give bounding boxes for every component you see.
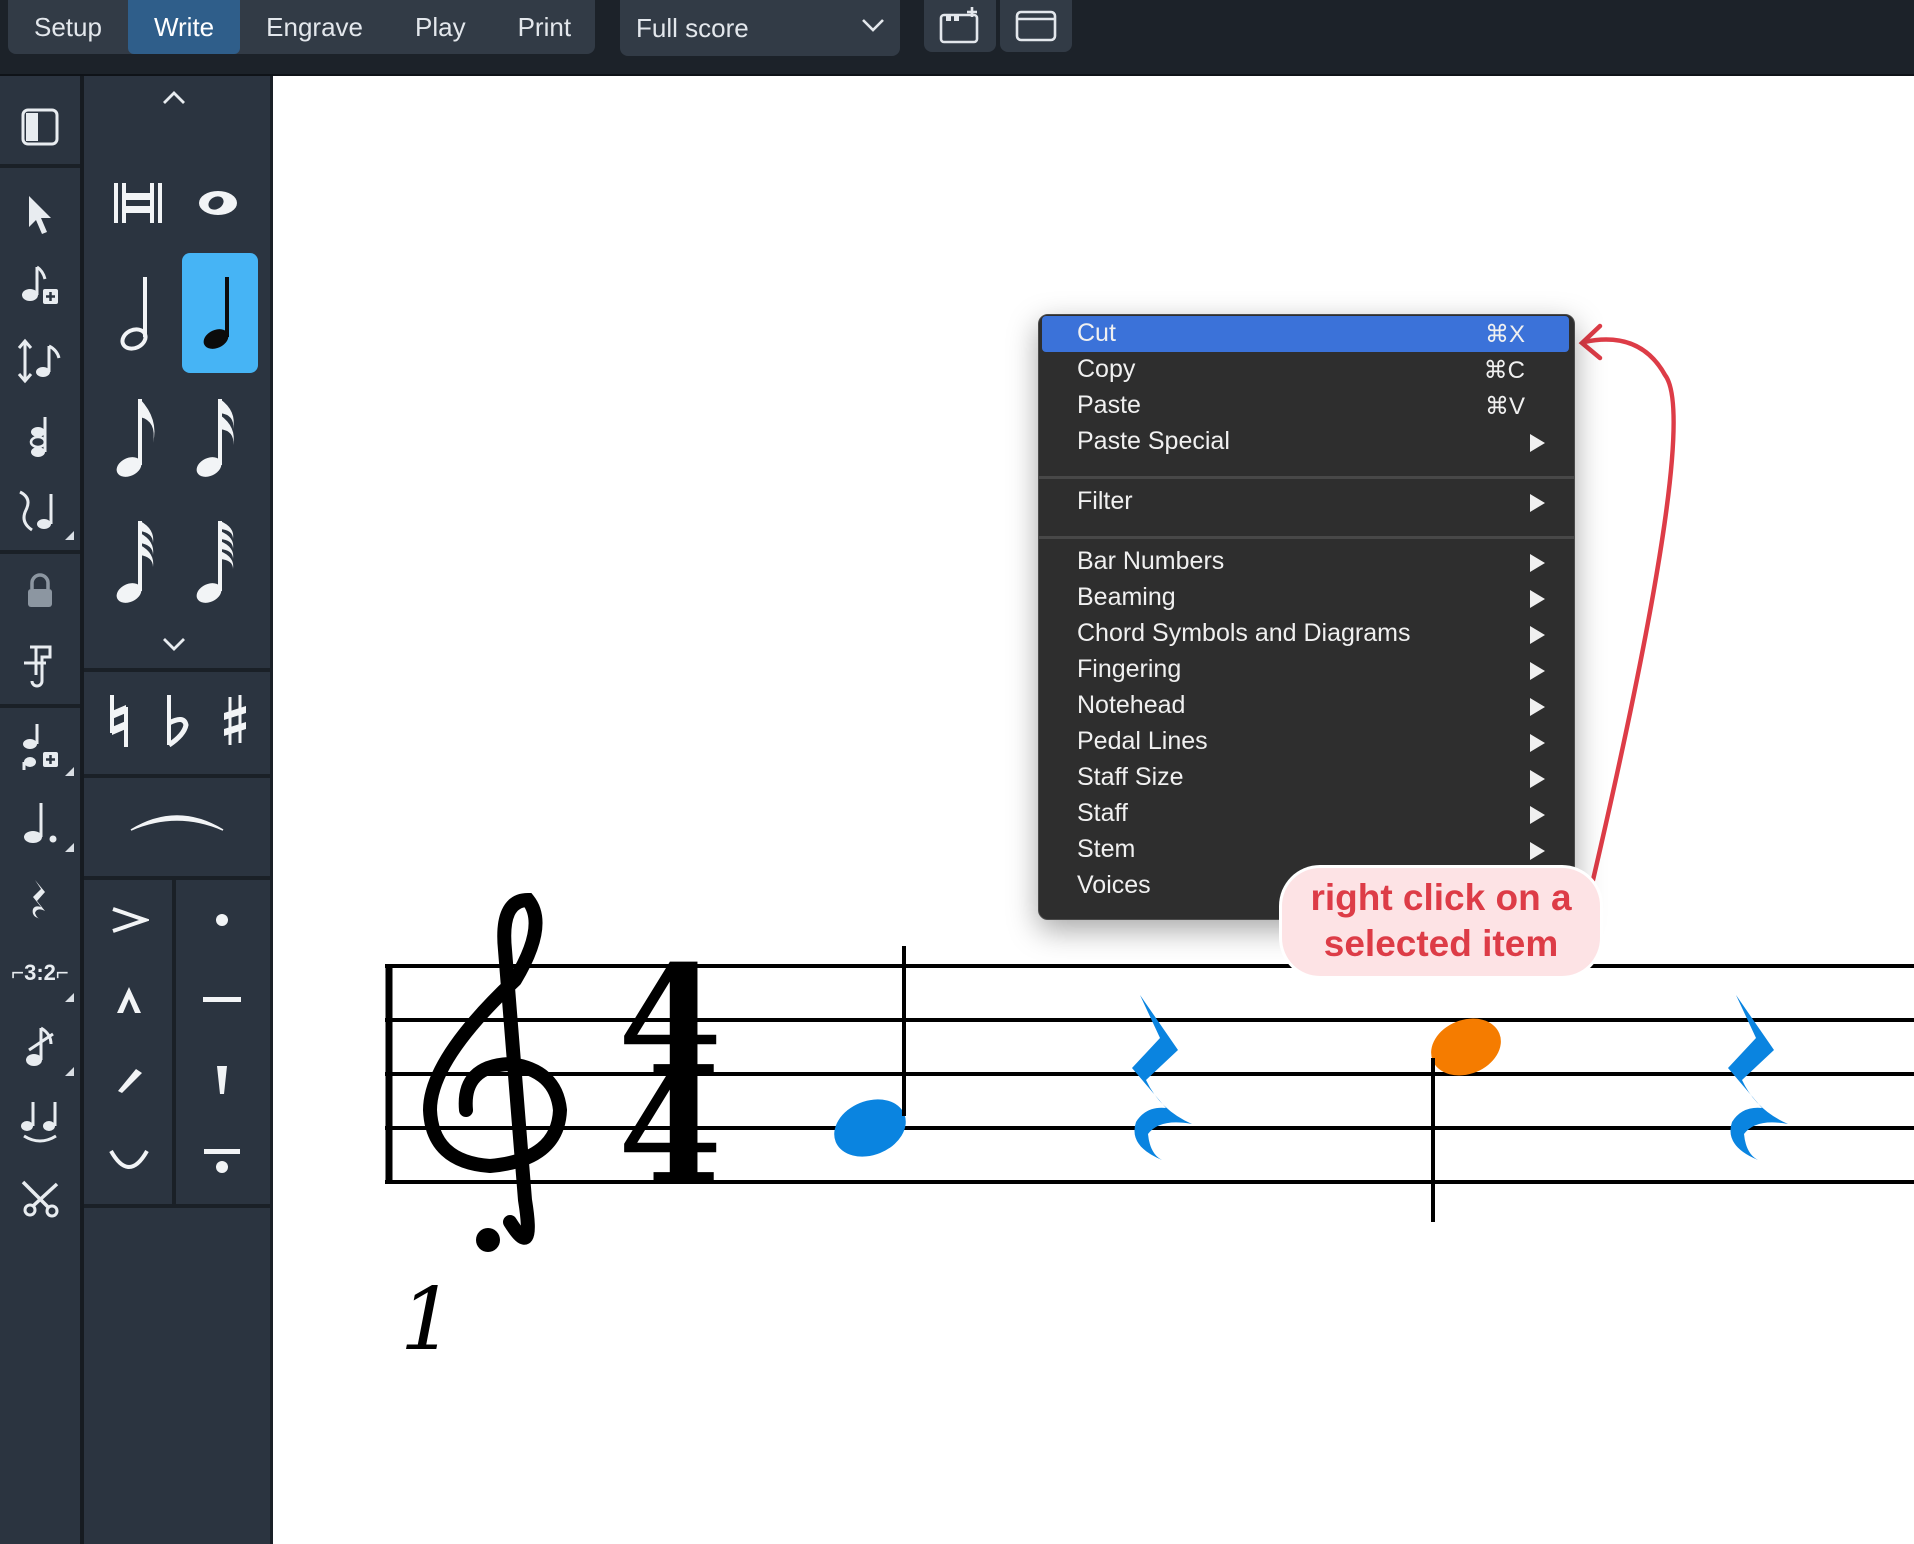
menu-item-label: Chord Symbols and Diagrams bbox=[1077, 619, 1411, 647]
submenu-arrow-icon bbox=[1530, 494, 1545, 512]
submenu-arrow-icon bbox=[1530, 434, 1545, 452]
menu-separator bbox=[1039, 536, 1574, 539]
selected-note[interactable] bbox=[826, 946, 915, 1167]
menu-item-label: Voices bbox=[1077, 871, 1151, 899]
music-staff: 4 4 bbox=[385, 323, 1914, 1252]
menu-item-filter[interactable]: Filter bbox=[1042, 484, 1569, 520]
menu-item-label: Fingering bbox=[1077, 655, 1182, 683]
submenu-arrow-icon bbox=[1530, 842, 1545, 860]
annotation-line-1: right click on a bbox=[1310, 877, 1572, 918]
annotation-line-2: selected item bbox=[1323, 923, 1559, 964]
context-menu: Cut ⌘X Copy ⌘C Paste ⌘V Paste Special Fi… bbox=[1038, 314, 1575, 920]
menu-item-stem[interactable]: Stem bbox=[1042, 832, 1569, 868]
menu-item-label: Staff Size bbox=[1077, 763, 1184, 791]
menu-item-bar-numbers[interactable]: Bar Numbers bbox=[1042, 544, 1569, 580]
menu-item-cut[interactable]: Cut ⌘X bbox=[1042, 316, 1569, 352]
menu-item-staff-size[interactable]: Staff Size bbox=[1042, 760, 1569, 796]
menu-item-label: Cut bbox=[1077, 319, 1116, 347]
submenu-arrow-icon bbox=[1530, 590, 1545, 608]
menu-item-label: Bar Numbers bbox=[1077, 547, 1225, 575]
menu-item-label: Beaming bbox=[1077, 583, 1176, 611]
time-signature: 4 4 bbox=[618, 933, 722, 1217]
annotation-callout: right click on a selected item bbox=[1282, 868, 1600, 976]
menu-item-label: Paste bbox=[1077, 391, 1141, 419]
menu-item-label: Filter bbox=[1077, 487, 1133, 515]
menu-item-pedal-lines[interactable]: Pedal Lines bbox=[1042, 724, 1569, 760]
menu-item-shortcut: ⌘C bbox=[1483, 357, 1525, 384]
menu-item-fingering[interactable]: Fingering bbox=[1042, 652, 1569, 688]
submenu-arrow-icon bbox=[1530, 554, 1545, 572]
highlighted-note[interactable] bbox=[1423, 1008, 1510, 1222]
submenu-arrow-icon bbox=[1530, 626, 1545, 644]
menu-item-beaming[interactable]: Beaming bbox=[1042, 580, 1569, 616]
annotation-arrow bbox=[1578, 323, 1676, 883]
menu-item-notehead[interactable]: Notehead bbox=[1042, 688, 1569, 724]
menu-item-label: Paste Special bbox=[1077, 427, 1230, 455]
menu-separator bbox=[1039, 476, 1574, 479]
submenu-arrow-icon bbox=[1530, 770, 1545, 788]
menu-item-label: Pedal Lines bbox=[1077, 727, 1208, 755]
submenu-arrow-icon bbox=[1530, 662, 1545, 680]
submenu-arrow-icon bbox=[1530, 698, 1545, 716]
menu-item-label: Copy bbox=[1077, 355, 1136, 383]
menu-item-paste-special[interactable]: Paste Special bbox=[1042, 424, 1569, 460]
bar-number: 1 bbox=[400, 1270, 455, 1370]
menu-item-label: Notehead bbox=[1077, 691, 1186, 719]
menu-item-shortcut: ⌘V bbox=[1484, 393, 1525, 420]
menu-item-chord-symbols[interactable]: Chord Symbols and Diagrams bbox=[1042, 616, 1569, 652]
submenu-arrow-icon bbox=[1530, 806, 1545, 824]
menu-item-shortcut: ⌘X bbox=[1484, 321, 1525, 348]
menu-item-staff[interactable]: Staff bbox=[1042, 796, 1569, 832]
submenu-arrow-icon bbox=[1530, 734, 1545, 752]
menu-item-copy[interactable]: Copy ⌘C bbox=[1042, 352, 1569, 388]
svg-text:4: 4 bbox=[618, 1041, 722, 1217]
menu-item-label: Staff bbox=[1077, 799, 1128, 827]
menu-item-paste[interactable]: Paste ⌘V bbox=[1042, 388, 1569, 424]
menu-item-label: Stem bbox=[1077, 835, 1136, 863]
